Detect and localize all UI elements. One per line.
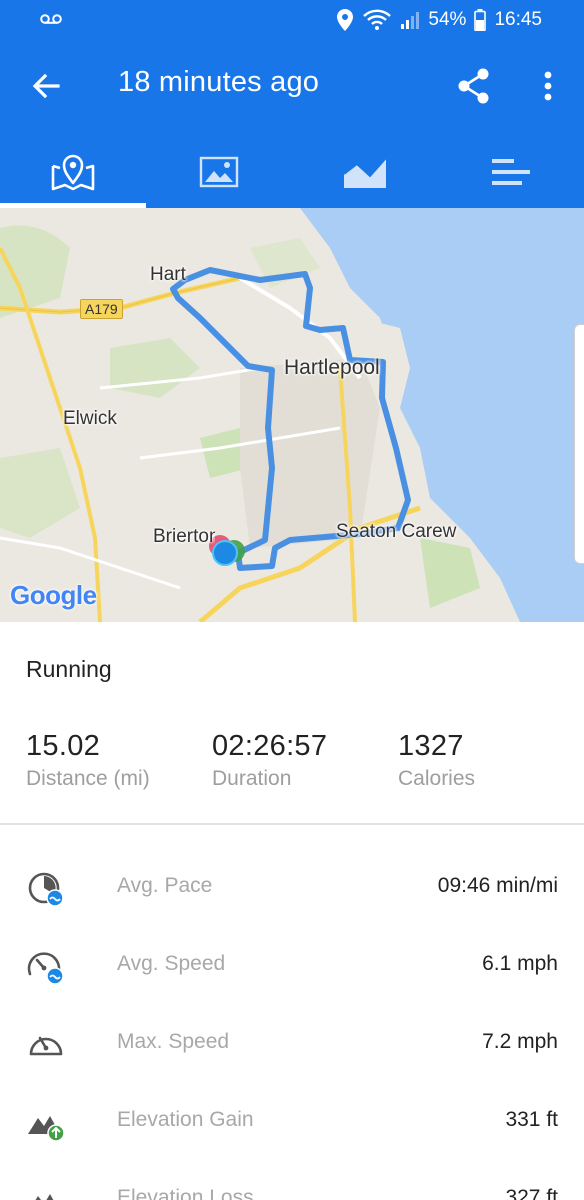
metric-row-avg-pace: Avg. Pace 09:46 min/mi (0, 852, 584, 930)
metric-label: Elevation Gain (117, 1108, 254, 1131)
back-arrow-icon[interactable] (28, 68, 64, 104)
tab-bar (0, 136, 584, 208)
share-icon[interactable] (454, 66, 494, 106)
map-label-elwick: Elwick (63, 408, 117, 429)
stats-row: 15.02 Distance (mi) 02:26:57 Duration 13… (0, 730, 584, 800)
stat-value: 1327 (398, 730, 464, 762)
google-logo-text: Google (10, 580, 97, 610)
road-badge-a179: A179 (80, 299, 123, 319)
tab-laps[interactable] (438, 136, 584, 208)
tab-charts[interactable] (292, 136, 438, 208)
stat-value: 02:26:57 (212, 730, 328, 762)
avg-speed-icon (27, 952, 64, 985)
clock: 16:45 (494, 9, 542, 30)
map-label-seaton-carew: Seaton Carew (336, 521, 457, 542)
max-speed-icon (29, 1036, 63, 1056)
page-title: 18 minutes ago (118, 66, 320, 98)
stat-distance: 15.02 Distance (mi) (26, 730, 150, 791)
map-label-hart: Hart (150, 264, 186, 285)
stat-label: Distance (mi) (26, 767, 150, 790)
tab-map[interactable] (0, 136, 146, 208)
more-vert-icon[interactable] (532, 66, 564, 106)
voicemail-icon (40, 14, 62, 24)
metric-row-max-speed: Max. Speed 7.2 mph (0, 1008, 584, 1086)
google-logo: Google (10, 580, 97, 611)
metric-row-elevation-gain: Elevation Gain 331 ft (0, 1086, 584, 1164)
metric-label: Avg. Speed (117, 952, 226, 975)
area-chart-icon (343, 157, 387, 188)
battery-percent: 54% (428, 9, 467, 30)
wifi-icon (363, 9, 392, 30)
metric-value: 09:46 min/mi (437, 874, 558, 897)
app-bar: 18 minutes ago (0, 40, 584, 136)
metric-label: Elevation Loss (117, 1186, 254, 1200)
map-label-hartlepool: Hartlepool (284, 356, 380, 379)
divider (0, 823, 584, 825)
metric-value: 331 ft (505, 1108, 558, 1131)
pace-icon (28, 872, 64, 907)
metric-value: 327 ft (505, 1186, 558, 1200)
stat-value: 15.02 (26, 730, 101, 762)
stat-label: Calories (398, 767, 476, 790)
metric-value: 6.1 mph (482, 952, 558, 975)
map-label-brierton: Brierton (153, 526, 215, 547)
stat-label: Duration (212, 767, 292, 790)
tab-photos[interactable] (146, 136, 292, 208)
metric-row-avg-speed: Avg. Speed 6.1 mph (0, 930, 584, 1008)
location-icon (337, 9, 354, 31)
metric-row-elevation-loss: Elevation Loss 327 ft (0, 1164, 584, 1200)
metric-label: Avg. Pace (117, 874, 213, 897)
signal-icon (401, 12, 420, 29)
metric-value: 7.2 mph (482, 1030, 558, 1053)
elevation-loss-icon (35, 1194, 54, 1200)
map-scroll-handle[interactable] (574, 324, 584, 564)
metric-label: Max. Speed (117, 1030, 230, 1053)
stat-calories: 1327 Calories (398, 730, 475, 791)
map-pin-icon (51, 154, 95, 191)
bar-list-icon (492, 159, 530, 185)
image-icon (199, 156, 239, 188)
route-map[interactable]: Hart A179 Hartlepool Elwick Seaton Carew… (0, 208, 584, 622)
status-bar: 54% 16:45 (0, 0, 584, 40)
battery-icon (474, 9, 487, 31)
elevation-gain-icon (28, 1116, 65, 1142)
activity-type: Running (26, 656, 112, 682)
stat-duration: 02:26:57 Duration (212, 730, 327, 791)
